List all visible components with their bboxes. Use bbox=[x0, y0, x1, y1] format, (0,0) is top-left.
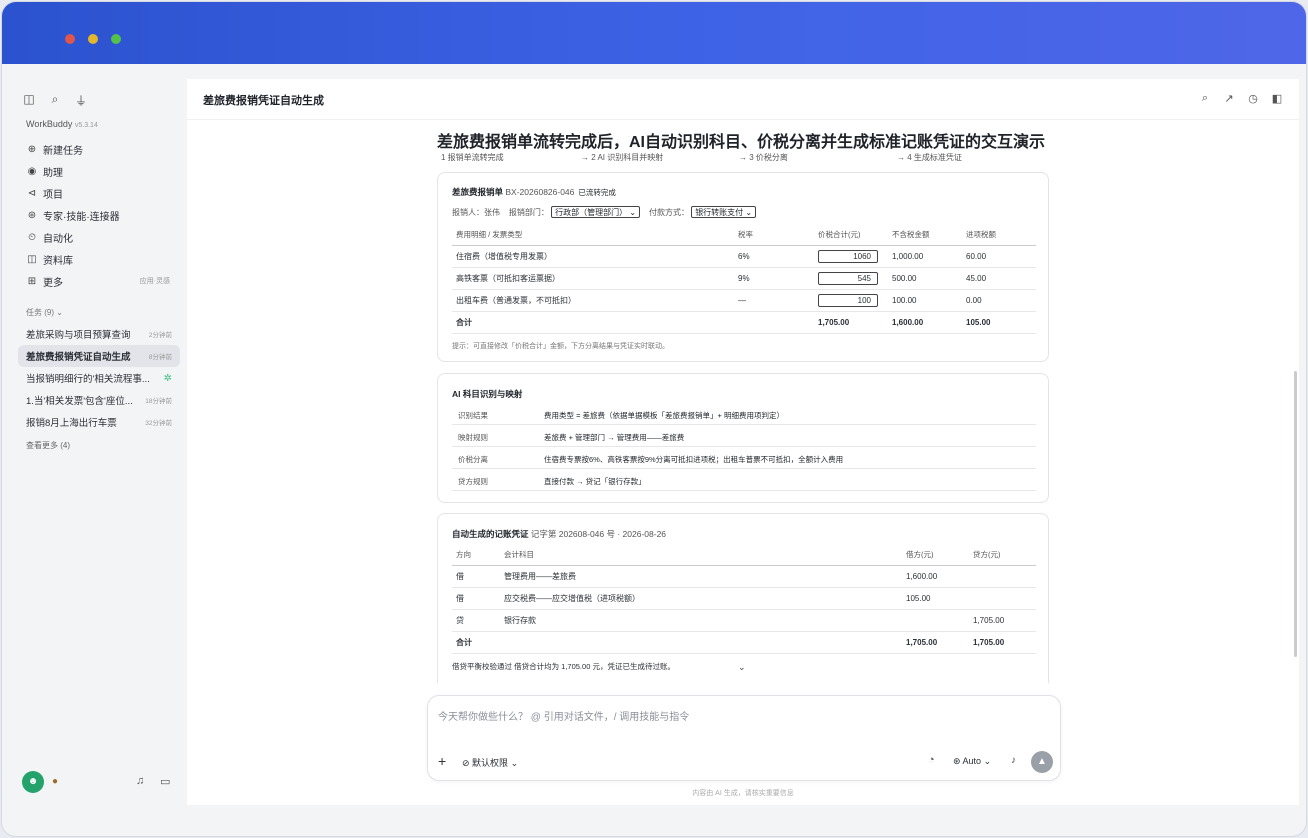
assistant-icon: ◉ bbox=[27, 165, 37, 177]
tasks-header[interactable]: 任务 (9) ⌄ bbox=[26, 307, 63, 318]
col-header: 不含税金额 bbox=[888, 224, 962, 246]
send-button[interactable]: ▲ bbox=[1031, 751, 1053, 773]
table-row: 高铁客票（可抵扣客运票据） 9% 545 500.00 45.00 bbox=[452, 267, 1036, 290]
bell-icon[interactable]: ♫ bbox=[136, 775, 144, 787]
maximize-window-button[interactable] bbox=[111, 34, 121, 44]
col-header: 价税合计(元) bbox=[814, 224, 888, 246]
expert-icon: ⊛ bbox=[27, 209, 37, 221]
voucher-table: 方向 会计科目 借方(元) 贷方(元) 借 管理费用——差旅费 1,600.00… bbox=[452, 544, 1036, 654]
title-bar bbox=[2, 2, 1306, 64]
filter-icon[interactable]: ⏚ bbox=[74, 92, 88, 109]
col-header: 方向 bbox=[452, 544, 500, 566]
mapping-title: AI 科目识别与映射 bbox=[452, 389, 523, 399]
table-row: 贷 银行存款 1,705.00 bbox=[452, 609, 1036, 632]
mapping-row: 识别结果 费用类型 = 差旅费（依据单据模板「差旅费报销单」+ 明细费用项判定） bbox=[452, 403, 1036, 425]
chat-icon[interactable]: ▭ bbox=[160, 775, 170, 788]
close-window-button[interactable] bbox=[65, 34, 75, 44]
amount-input[interactable]: 100 bbox=[818, 293, 878, 307]
nav-automation[interactable]: ⏲ 自动化 bbox=[22, 226, 182, 248]
mic-icon[interactable]: ♪ bbox=[1011, 755, 1016, 766]
mapping-row: 价税分离 住宿费专票按6%、高铁客票按9%分离可抵扣进项税；出租车普票不可抵扣，全… bbox=[452, 447, 1036, 469]
step-2: → 2 AI 识别科目并映射 bbox=[581, 153, 664, 162]
share-icon[interactable]: ↗ bbox=[1223, 92, 1235, 105]
loading-icon: ◔ bbox=[928, 754, 935, 766]
task-item[interactable]: 差旅采购与项目预算查询 2分钟前 bbox=[18, 323, 180, 345]
expense-table: 费用明细 / 发票类型 税率 价税合计(元) 不含税金额 进项税额 住宿费（增值… bbox=[452, 224, 1036, 334]
history-icon[interactable]: ◷ bbox=[1247, 92, 1259, 105]
amount-input[interactable]: 1060 bbox=[818, 249, 878, 263]
plus-circle-icon: ⊕ bbox=[27, 143, 37, 155]
mapping-card: AI 科目识别与映射 识别结果 费用类型 = 差旅费（依据单据模板「差旅费报销单」… bbox=[437, 373, 1049, 503]
add-icon[interactable]: + bbox=[438, 753, 446, 769]
book-icon: ◫ bbox=[27, 253, 37, 265]
amount-input[interactable]: 545 bbox=[818, 271, 878, 285]
top-bar: 差旅费报销凭证自动生成 ⌕ ↗ ◷ ◧ bbox=[187, 79, 1299, 120]
step-3: → 3 价税分离 bbox=[739, 153, 788, 162]
minimize-window-button[interactable] bbox=[88, 34, 98, 44]
total-row: 合计 1,705.00 1,705.00 bbox=[452, 631, 1036, 654]
document-content: 差旅费报销单流转完成后，AI自动识别科目、价税分离并生成标准记账凭证的交互演示 … bbox=[427, 120, 1061, 683]
view-more-link[interactable]: 查看更多 (4) bbox=[26, 440, 70, 451]
department-select[interactable]: 行政部（管理部门） ⌄ bbox=[551, 206, 641, 218]
permission-select[interactable]: ⊘ 默认权限 ⌄ bbox=[462, 756, 518, 769]
search-icon[interactable]: ⌕ bbox=[48, 92, 62, 109]
clock-icon: ⏲ bbox=[28, 231, 36, 243]
panel-toggle-icon[interactable]: ◧ bbox=[1271, 92, 1283, 105]
task-item-active[interactable]: 差旅费报销凭证自动生成 8分钟前 bbox=[18, 345, 180, 367]
chevron-down-icon[interactable]: ⌄ bbox=[738, 662, 746, 673]
col-header: 会计科目 bbox=[500, 544, 902, 566]
running-spinner-icon: ✲ bbox=[163, 372, 172, 384]
table-row: 借 管理费用——差旅费 1,600.00 bbox=[452, 565, 1036, 588]
mapping-row: 贷方规则 直接付款 → 贷记「银行存款」 bbox=[452, 469, 1036, 491]
sidebar-nav: ⊕ 新建任务 ◉ 助理 ⊲ 项目 ⊛ 专家·技能·连接器 ⏲ 自动化 ◫ 资料库 ⊞ 更多 应用… bbox=[22, 138, 182, 292]
reimbursement-form-card: 差旅费报销单 BX-20260826-046 已流转完成 报销人：张伟 报销部门：… bbox=[437, 172, 1049, 362]
avatar[interactable]: ☻ bbox=[22, 771, 44, 793]
table-row: 借 应交税费——应交增值税（进项税额） 105.00 bbox=[452, 587, 1036, 610]
sidebar-toggle-icon[interactable]: ◫ bbox=[22, 92, 36, 109]
brand: WorkBuddy v5.3.14 bbox=[26, 119, 98, 129]
sidebar: ◫ ⌕ ⏚ WorkBuddy v5.3.14 ⊕ 新建任务 ◉ 助理 ⊲ 项目 ⊛ 专… bbox=[2, 64, 186, 836]
mapping-row: 映射规则 差旅费 + 管理部门 → 管理费用——差旅费 bbox=[452, 425, 1036, 447]
total-row: 合计 1,705.00 1,600.00 105.00 bbox=[452, 311, 1036, 334]
model-select[interactable]: ⊛ Auto ⌄ bbox=[953, 756, 991, 767]
composer-input[interactable]: 今天帮你做些什么？ @ 引用对话文件，/ 调用技能与指令 bbox=[438, 708, 689, 723]
cookie-icon[interactable]: ● bbox=[52, 776, 58, 787]
page-title: 差旅费报销凭证自动生成 bbox=[203, 95, 324, 107]
form-hint: 提示：可直接修改「价税合计」金额，下方分离结果与凭证实时联动。 bbox=[452, 343, 669, 350]
doc-title: 差旅费报销单流转完成后，AI自动识别科目、价税分离并生成标准记账凭证的交互演示 bbox=[437, 134, 1046, 151]
grid-icon: ⊞ bbox=[27, 275, 37, 287]
step-4: → 4 生成标准凭证 bbox=[897, 153, 962, 162]
task-item[interactable]: 1.当'相关发票'包含'座位... 18分钟前 bbox=[18, 389, 180, 411]
project-icon: ⊲ bbox=[27, 187, 37, 199]
step-1: 1 报销单流转完成 bbox=[441, 153, 504, 162]
scrollbar[interactable] bbox=[1294, 371, 1297, 657]
task-list: 差旅采购与项目预算查询 2分钟前 差旅费报销凭证自动生成 8分钟前 当报销明细行的'… bbox=[18, 323, 180, 433]
col-header: 进项税额 bbox=[962, 224, 1036, 246]
balance-check: 借贷平衡校验通过 借贷合计均为 1,705.00 元，凭证已生成待过账。 bbox=[452, 662, 675, 671]
main-panel: 差旅费报销凭证自动生成 ⌕ ↗ ◷ ◧ 差旅费报销单流转完成后，AI自动识别科目… bbox=[187, 79, 1299, 805]
form-title: 差旅费报销单 BX-20260826-046 已流转完成 bbox=[452, 187, 616, 197]
search-icon[interactable]: ⌕ bbox=[1199, 92, 1211, 105]
voucher-title: 自动生成的记账凭证 记字第 202608-046 号 · 2026-08-26 bbox=[452, 529, 667, 539]
col-header: 税率 bbox=[734, 224, 814, 246]
task-item[interactable]: 报销8月上海出行车票 32分钟前 bbox=[18, 411, 180, 433]
nav-more[interactable]: ⊞ 更多 应用·灵感 bbox=[22, 270, 182, 292]
app-window: ◫ ⌕ ⏚ WorkBuddy v5.3.14 ⊕ 新建任务 ◉ 助理 ⊲ 项目 ⊛ 专… bbox=[2, 2, 1306, 836]
payment-method-select[interactable]: 银行转账支付 ⌄ bbox=[691, 206, 757, 218]
ai-disclaimer: 内容由 AI 生成，请核实重要信息 bbox=[692, 790, 794, 797]
col-header: 借方(元) bbox=[902, 544, 969, 566]
voucher-card: 自动生成的记账凭证 记字第 202608-046 号 · 2026-08-26 … bbox=[437, 513, 1049, 683]
nav-assistant[interactable]: ◉ 助理 bbox=[22, 160, 182, 182]
chat-composer[interactable]: 今天帮你做些什么？ @ 引用对话文件，/ 调用技能与指令 + ⊘ 默认权限 ⌄ … bbox=[427, 695, 1061, 781]
nav-new-task[interactable]: ⊕ 新建任务 bbox=[22, 138, 182, 160]
table-row: 出租车费（普通发票，不可抵扣） — 100 100.00 0.00 bbox=[452, 289, 1036, 312]
col-header: 贷方(元) bbox=[969, 544, 1036, 566]
task-item[interactable]: 当报销明细行的'相关流程事... ✲ bbox=[18, 367, 180, 389]
col-header: 费用明细 / 发票类型 bbox=[452, 224, 734, 246]
form-meta: 报销人：张伟 报销部门： 行政部（管理部门） ⌄ 付款方式： 银行转账支付 ⌄ bbox=[452, 206, 757, 218]
nav-expert[interactable]: ⊛ 专家·技能·连接器 bbox=[22, 204, 182, 226]
nav-project[interactable]: ⊲ 项目 bbox=[22, 182, 182, 204]
table-row: 住宿费（增值税专用发票） 6% 1060 1,000.00 60.00 bbox=[452, 245, 1036, 268]
nav-library[interactable]: ◫ 资料库 bbox=[22, 248, 182, 270]
